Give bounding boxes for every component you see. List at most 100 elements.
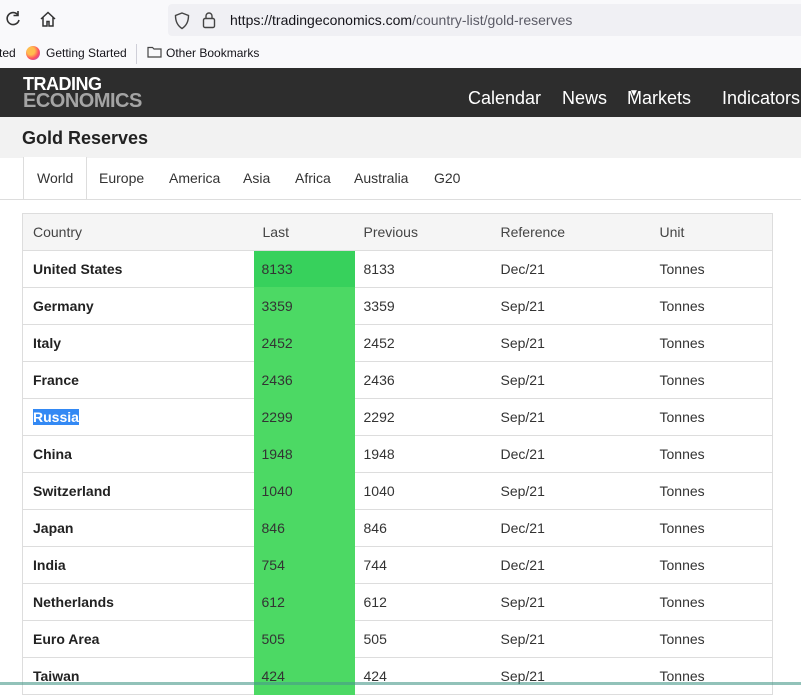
reference-cell: Sep/21 <box>491 583 651 621</box>
table-header-row: Country Last Previous Reference Unit <box>22 213 773 251</box>
reference-cell: Dec/21 <box>491 546 651 584</box>
tab-g20[interactable]: G20 <box>434 170 460 186</box>
country-cell[interactable]: Euro Area <box>22 620 254 658</box>
last-value-cell: 3359 <box>253 287 355 325</box>
bookmark-getting-started-label: Getting Started <box>46 46 127 60</box>
tab-america[interactable]: America <box>169 170 220 186</box>
country-link[interactable]: Japan <box>33 520 73 536</box>
previous-value-cell: 846 <box>354 509 492 547</box>
bookmark-cut-item[interactable]: ted <box>0 46 16 60</box>
country-link[interactable]: Russia <box>33 409 79 425</box>
unit-cell: Tonnes <box>650 361 773 399</box>
bookmark-getting-started[interactable]: Getting Started <box>26 46 127 60</box>
country-link[interactable]: Italy <box>33 335 61 351</box>
reference-cell: Dec/21 <box>491 509 651 547</box>
column-header-reference[interactable]: Reference <box>491 213 651 251</box>
tab-world[interactable]: World <box>37 170 73 186</box>
table-body: United States 8133 8133 Dec/21 Tonnes Germany… <box>22 250 773 695</box>
country-cell[interactable]: United States <box>22 250 254 288</box>
country-link[interactable]: France <box>33 372 79 388</box>
previous-value-cell: 744 <box>354 546 492 584</box>
country-link[interactable]: India <box>33 557 66 573</box>
country-cell[interactable]: India <box>22 546 254 584</box>
firefox-logo-icon <box>26 46 40 60</box>
reference-cell: Sep/21 <box>491 361 651 399</box>
column-header-country[interactable]: Country <box>22 213 254 251</box>
table-row: Netherlands 612 612 Sep/21 Tonnes <box>22 583 773 621</box>
home-icon[interactable] <box>39 10 59 30</box>
unit-cell: Tonnes <box>650 324 773 362</box>
bookmark-other-bookmarks[interactable]: Other Bookmarks <box>147 46 259 60</box>
country-link[interactable]: China <box>33 446 72 462</box>
previous-value-cell: 2292 <box>354 398 492 436</box>
reference-cell: Sep/21 <box>491 398 651 436</box>
country-link[interactable]: Germany <box>33 298 94 314</box>
country-link[interactable]: United States <box>33 261 122 277</box>
nav-calendar[interactable]: Calendar <box>468 88 541 109</box>
reference-cell: Dec/21 <box>491 435 651 473</box>
table-row: China 1948 1948 Dec/21 Tonnes <box>22 435 773 473</box>
country-cell[interactable]: Switzerland <box>22 472 254 510</box>
country-link[interactable]: Euro Area <box>33 631 99 647</box>
tab-asia[interactable]: Asia <box>243 170 270 186</box>
previous-value-cell: 1040 <box>354 472 492 510</box>
browser-toolbar: https://tradingeconomics.com/country-lis… <box>0 0 801 40</box>
reference-cell: Dec/21 <box>491 250 651 288</box>
gold-reserves-table: Country Last Previous Reference Unit Uni… <box>22 213 773 695</box>
country-cell[interactable]: China <box>22 435 254 473</box>
page-title-bar: Gold Reserves <box>0 117 801 159</box>
table-row: France 2436 2436 Sep/21 Tonnes <box>22 361 773 399</box>
last-value-cell: 846 <box>253 509 355 547</box>
table-row: Italy 2452 2452 Sep/21 Tonnes <box>22 324 773 362</box>
unit-cell: Tonnes <box>650 509 773 547</box>
country-cell[interactable]: France <box>22 361 254 399</box>
previous-value-cell: 612 <box>354 583 492 621</box>
reload-icon[interactable] <box>4 10 24 30</box>
bookmark-separator <box>136 44 137 64</box>
table-row: India 754 744 Dec/21 Tonnes <box>22 546 773 584</box>
country-cell[interactable]: Netherlands <box>22 583 254 621</box>
last-value-cell: 2452 <box>253 324 355 362</box>
previous-value-cell: 1948 <box>354 435 492 473</box>
address-bar[interactable]: https://tradingeconomics.com/country-lis… <box>168 4 801 36</box>
country-link[interactable]: Switzerland <box>33 483 111 499</box>
lock-icon[interactable] <box>202 11 216 34</box>
previous-value-cell: 424 <box>354 657 492 695</box>
column-header-unit[interactable]: Unit <box>650 213 773 251</box>
url-text[interactable]: https://tradingeconomics.com/country-lis… <box>230 12 572 28</box>
region-tabs: World Europe America Asia Africa Austral… <box>0 157 801 200</box>
table-row: Japan 846 846 Dec/21 Tonnes <box>22 509 773 547</box>
site-logo[interactable]: TRADING ECONOMICS <box>23 75 142 111</box>
nav-indicators[interactable]: Indicators <box>722 88 800 109</box>
tracking-protection-shield-icon[interactable] <box>174 12 190 35</box>
country-cell[interactable]: Italy <box>22 324 254 362</box>
last-value-cell: 505 <box>253 620 355 658</box>
unit-cell: Tonnes <box>650 250 773 288</box>
tab-africa[interactable]: Africa <box>295 170 331 186</box>
country-cell[interactable]: Russia <box>22 398 254 436</box>
column-header-last[interactable]: Last <box>253 213 355 251</box>
previous-value-cell: 2452 <box>354 324 492 362</box>
last-value-cell: 754 <box>253 546 355 584</box>
previous-value-cell: 2436 <box>354 361 492 399</box>
country-cell[interactable]: Japan <box>22 509 254 547</box>
previous-value-cell: 505 <box>354 620 492 658</box>
bookmarks-bar: ted Getting Started Other Bookmarks <box>0 40 801 69</box>
previous-value-cell: 8133 <box>354 250 492 288</box>
last-value-cell: 424 <box>253 657 355 695</box>
bookmark-other-label: Other Bookmarks <box>166 46 260 60</box>
country-link[interactable]: Netherlands <box>33 594 114 610</box>
table-row: Switzerland 1040 1040 Sep/21 Tonnes <box>22 472 773 510</box>
column-header-previous[interactable]: Previous <box>354 213 492 251</box>
last-value-cell: 1948 <box>253 435 355 473</box>
nav-news[interactable]: News <box>562 88 607 109</box>
site-header: TRADING ECONOMICS Calendar News Markets ▼… <box>0 68 801 117</box>
country-cell[interactable]: Germany <box>22 287 254 325</box>
unit-cell: Tonnes <box>650 583 773 621</box>
tab-australia[interactable]: Australia <box>354 170 408 186</box>
previous-value-cell: 3359 <box>354 287 492 325</box>
last-value-cell: 612 <box>253 583 355 621</box>
country-cell[interactable]: Taiwan <box>22 657 254 695</box>
unit-cell: Tonnes <box>650 620 773 658</box>
tab-europe[interactable]: Europe <box>99 170 144 186</box>
